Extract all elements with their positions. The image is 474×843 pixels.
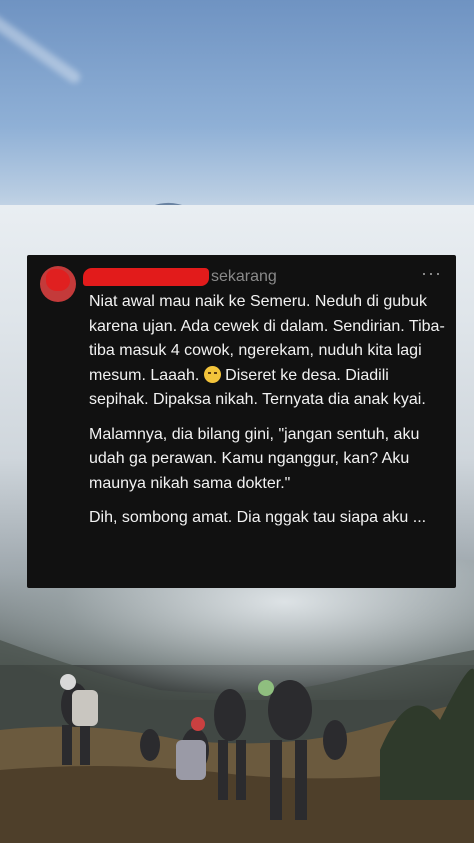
more-options-icon[interactable]: ··· bbox=[421, 263, 442, 283]
paragraph-1: Niat awal mau naik ke Semeru. Neduh di g… bbox=[89, 290, 449, 413]
comment-card: airin sekarang ··· Niat awal mau naik ke… bbox=[27, 255, 456, 588]
disappointed-face-icon bbox=[203, 365, 221, 383]
timestamp: sekarang bbox=[211, 268, 277, 285]
comment-body: Niat awal mau naik ke Semeru. Neduh di g… bbox=[89, 290, 449, 541]
paragraph-3: Dih, sombong amat. Dia nggak tau siapa a… bbox=[89, 509, 427, 526]
avatar-redaction bbox=[46, 269, 70, 291]
username-redaction bbox=[83, 268, 209, 286]
avatar[interactable] bbox=[40, 266, 76, 302]
distant-mountain bbox=[110, 202, 260, 218]
hillside-with-hikers bbox=[0, 640, 474, 843]
paragraph-2: Malamnya, dia bilang gini, "jangan sentu… bbox=[89, 425, 420, 492]
